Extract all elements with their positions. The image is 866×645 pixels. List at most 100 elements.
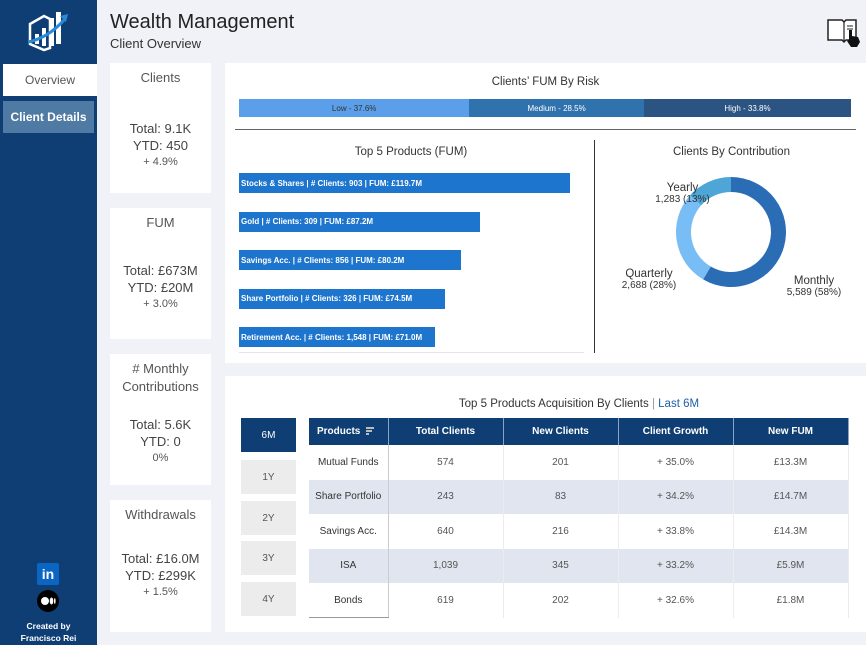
product-bar[interactable]: Gold | # Clients: 309 | FUM: £87.2M — [239, 211, 481, 232]
kpi-card-fum: FUM Total: £673M YTD: £20M + 3.0% — [110, 208, 211, 339]
kpi-change: + 1.5% — [143, 586, 178, 598]
credit-line-1: Created by — [26, 621, 71, 631]
product-bar[interactable]: Stocks & Shares | # Clients: 903 | FUM: … — [239, 173, 570, 193]
nav-client-details[interactable]: Client Details — [3, 101, 94, 133]
credit-text: Created by Francisco Rei — [0, 620, 97, 644]
risk-stacked-bar: Low - 37.6% Medium - 28.5% High - 33.8% — [239, 99, 851, 117]
period-button-4y[interactable]: 4Y — [241, 582, 296, 616]
donut-label-name: Yearly — [666, 182, 699, 194]
cell-product: Mutual Funds — [309, 445, 389, 480]
donut-slice-quarterly[interactable] — [676, 195, 711, 280]
medium-icon[interactable] — [37, 590, 59, 612]
column-header-new-clients[interactable]: New Clients — [503, 418, 619, 445]
product-bar[interactable]: Share Portfolio | # Clients: 326 | FUM: … — [239, 288, 445, 309]
cell-new-fum: £5.9M — [733, 548, 849, 583]
cell-client-growth: + 33.2% — [618, 548, 734, 583]
logo-icon — [27, 12, 68, 52]
product-bar[interactable]: Savings Acc. | # Clients: 856 | FUM: £80… — [239, 250, 461, 270]
acquisition-panel: Top 5 Products Acquisition By Clients | … — [225, 376, 866, 632]
kpi-ytd: YTD: £299K — [125, 568, 196, 583]
page-subtitle: Client Overview — [110, 36, 202, 51]
table-row: Savings Acc. 640 216 + 33.8% £14.3M — [309, 514, 849, 549]
donut-chart-title: Clients By Contribution — [673, 146, 790, 158]
donut-label-name: Monthly — [793, 275, 835, 287]
table-row: Mutual Funds 574 201 + 35.0% £13.3M — [309, 445, 849, 480]
divider — [594, 140, 595, 353]
kpi-card-monthly-contributions: # Monthly Contributions Total: 5.6K YTD:… — [110, 354, 211, 485]
period-button-2y[interactable]: 2Y — [241, 501, 296, 535]
cell-product: Share Portfolio — [309, 479, 389, 514]
cell-new-clients: 202 — [503, 583, 619, 618]
kpi-total: Total: 9.1K — [129, 121, 192, 136]
donut-label-yearly: Yearly 1,283 (13%) — [655, 182, 710, 205]
kpi-ytd: YTD: 450 — [133, 138, 188, 153]
cell-total-clients: 619 — [388, 583, 504, 618]
cell-total-clients: 640 — [388, 514, 504, 549]
column-header-products[interactable]: Products — [309, 418, 389, 445]
kpi-title: FUM — [146, 215, 175, 230]
page-title: Wealth Management — [110, 11, 295, 33]
risk-segment-high[interactable]: High - 33.8% — [643, 99, 851, 117]
cell-new-clients: 345 — [503, 548, 619, 583]
credit-author: Francisco Rei — [20, 633, 77, 643]
cell-product: ISA — [309, 548, 389, 583]
cell-new-fum: £1.8M — [733, 583, 849, 618]
donut-label-value: 2,688 (28%) — [621, 280, 677, 291]
kpi-title: Withdrawals — [125, 507, 196, 522]
column-label: Products — [317, 426, 361, 437]
sort-filter-icon[interactable] — [366, 427, 375, 436]
cell-new-fum: £13.3M — [733, 445, 849, 480]
kpi-change: 0% — [152, 452, 169, 464]
charts-panel: Clients’ FUM By Risk Low - 37.6% Medium -… — [225, 63, 866, 363]
kpi-change: + 4.9% — [143, 156, 178, 168]
bar-axis — [239, 352, 584, 353]
table-row: ISA 1,039 345 + 33.2% £5.9M — [309, 548, 849, 583]
cell-new-clients: 216 — [503, 514, 619, 549]
risk-segment-medium[interactable]: Medium - 28.5% — [469, 99, 644, 117]
cell-new-fum: £14.7M — [733, 479, 849, 514]
period-button-3y[interactable]: 3Y — [241, 541, 296, 575]
cell-new-clients: 201 — [503, 445, 619, 480]
sidebar: Overview Client Details in Created by Fr… — [0, 0, 97, 645]
donut-label-name: Quarterly — [625, 268, 673, 280]
table-row: Bonds 619 202 + 32.6% £1.8M — [309, 583, 849, 618]
kpi-ytd: YTD: 0 — [140, 434, 181, 449]
book-pointer-icon[interactable] — [824, 14, 864, 48]
column-header-client-growth[interactable]: Client Growth — [618, 418, 734, 445]
linkedin-icon[interactable]: in — [37, 563, 59, 585]
kpi-total: Total: £673M — [123, 263, 198, 278]
donut-label-value: 1,283 (13%) — [655, 194, 710, 205]
cell-client-growth: + 35.0% — [618, 445, 734, 480]
cell-total-clients: 243 — [388, 479, 504, 514]
donut-label-value: 5,589 (58%) — [786, 287, 842, 298]
cell-client-growth: + 33.8% — [618, 514, 734, 549]
acquisition-title: Top 5 Products Acquisition By Clients | … — [309, 398, 849, 410]
cell-new-clients: 83 — [503, 479, 619, 514]
donut-label-monthly: Monthly 5,589 (58%) — [781, 275, 847, 298]
cell-client-growth: + 34.2% — [618, 479, 734, 514]
cell-total-clients: 574 — [388, 445, 504, 480]
cell-client-growth: + 32.6% — [618, 583, 734, 618]
title-separator: | — [648, 398, 659, 410]
risk-segment-low[interactable]: Low - 37.6% — [239, 99, 470, 117]
column-header-new-fum[interactable]: New FUM — [733, 418, 849, 445]
risk-chart-title: Clients’ FUM By Risk — [491, 76, 600, 88]
acquisition-table: Products Total Clients New Clients Clien… — [309, 418, 849, 618]
nav-overview[interactable]: Overview — [3, 64, 97, 96]
cell-total-clients: 1,039 — [388, 548, 504, 583]
period-button-1y[interactable]: 1Y — [241, 460, 296, 494]
cell-new-fum: £14.3M — [733, 514, 849, 549]
donut-label-quarterly: Quarterly 2,688 (28%) — [619, 268, 679, 291]
kpi-ytd: YTD: £20M — [127, 280, 194, 295]
kpi-title: Clients — [140, 70, 181, 85]
divider — [235, 129, 856, 130]
column-header-total-clients[interactable]: Total Clients — [388, 418, 504, 445]
kpi-card-withdrawals: Withdrawals Total: £16.0M YTD: £299K + 1… — [110, 500, 211, 632]
period-button-6m[interactable]: 6M — [241, 418, 296, 452]
table-header-row: Products Total Clients New Clients Clien… — [309, 418, 849, 445]
table-row: Share Portfolio 243 83 + 34.2% £14.7M — [309, 479, 849, 514]
products-chart-title: Top 5 Products (FUM) — [354, 146, 468, 158]
kpi-total: Total: £16.0M — [121, 551, 200, 566]
kpi-title: # Monthly Contributions — [122, 361, 199, 394]
product-bar[interactable]: Retirement Acc. | # Clients: 1,548 | FUM… — [239, 327, 436, 347]
